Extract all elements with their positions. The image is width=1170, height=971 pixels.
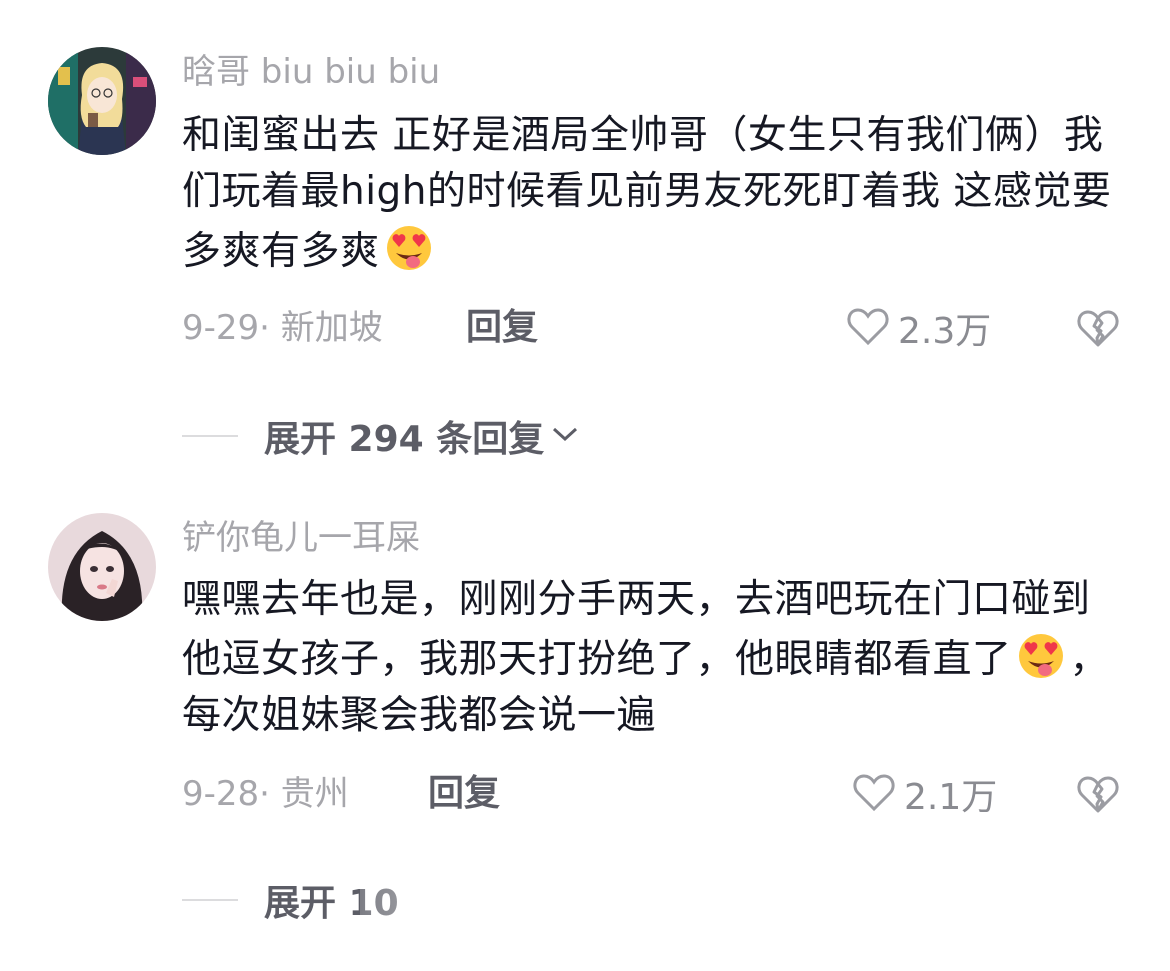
comment-text-body: 嘿嘿去年也是，刚刚分手两天，去酒吧玩在门口碰到他逗女孩子，我那天打扮绝了，他眼睛… [182,577,1091,682]
like-button[interactable]: 2.1万 [852,772,997,818]
like-count: 2.1万 [904,777,998,818]
heart-eyes-emoji-icon [1014,628,1068,682]
comment-item: 铲你龟儿一耳屎 嘿嘿去年也是，刚刚分手两天，去酒吧玩在门口碰到他逗女孩子，我那天… [0,0,1170,971]
comment-text: 嘿嘿去年也是，刚刚分手两天，去酒吧玩在门口碰到他逗女孩子，我那天打扮绝了，他眼睛… [182,572,1117,744]
divider [182,899,238,901]
bottom-fade-overlay [360,868,880,948]
reply-button[interactable]: 回复 [428,774,500,814]
username[interactable]: 铲你龟儿一耳屎 [182,518,420,558]
heart-outline-icon [852,772,896,816]
avatar[interactable] [48,513,156,621]
date-location: 9-28· 贵州 [182,774,349,814]
broken-heart-icon[interactable] [1076,774,1120,818]
